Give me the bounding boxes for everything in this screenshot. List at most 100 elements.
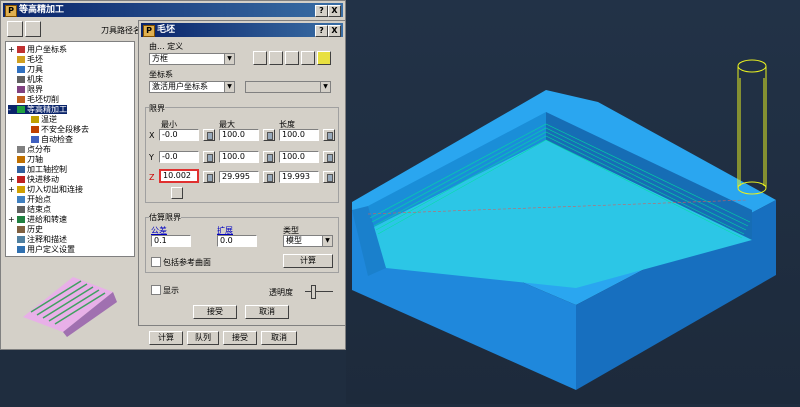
show-checkbox[interactable] <box>151 285 161 295</box>
lock-icon[interactable] <box>323 151 335 163</box>
tree-item[interactable]: 注释和描述 <box>8 235 67 244</box>
file-open-icon[interactable] <box>253 51 267 65</box>
expand-field[interactable]: 0.0 <box>217 235 257 247</box>
tool-icon <box>737 59 767 195</box>
collapse-icon[interactable]: - <box>8 105 17 114</box>
tree-item-label: 不安全段移去 <box>41 125 89 134</box>
dialog-cancel-button[interactable]: 取消 <box>245 305 289 319</box>
include-ref-checkbox[interactable] <box>151 257 161 267</box>
tree-item[interactable]: - 等高精加工 <box>8 105 67 114</box>
tree-item[interactable]: + 快进移动 <box>8 175 59 184</box>
lock-icon[interactable] <box>301 51 315 65</box>
tree-item[interactable]: 自动检查 <box>22 135 73 144</box>
tree-node-icon <box>31 136 39 143</box>
defined-by-select[interactable]: 方框 ▼ <box>149 53 235 65</box>
include-ref-label: 包括参考曲面 <box>163 258 211 267</box>
type-select[interactable]: 模型 ▼ <box>283 235 333 247</box>
expand-icon[interactable]: + <box>8 175 17 184</box>
defined-by-label: 由... 定义 <box>149 42 184 51</box>
tree-node-icon <box>17 196 25 203</box>
tree-node-icon <box>17 106 25 113</box>
dialog-accept-button[interactable]: 接受 <box>193 305 237 319</box>
tree-node-icon <box>17 46 25 53</box>
tree-item[interactable]: + 用户坐标系 <box>8 45 67 54</box>
close-button[interactable]: X <box>328 5 341 17</box>
lock-icon[interactable] <box>263 151 275 163</box>
lock-icon[interactable] <box>323 171 335 183</box>
expand-icon[interactable]: + <box>8 215 17 224</box>
calc-limits-group-label: 估算限界 <box>149 212 181 223</box>
tree-item[interactable]: 点分布 <box>8 145 51 154</box>
coord-group-label: 坐标系 <box>149 70 173 79</box>
strategy-icon-button-2[interactable] <box>25 21 41 37</box>
tree-item[interactable]: 限界 <box>8 85 43 94</box>
strategy-icon-button-1[interactable] <box>7 21 23 37</box>
axis-x-label: X <box>149 131 155 140</box>
tree-item[interactable]: 开始点 <box>8 195 51 204</box>
help-button[interactable]: ? <box>315 5 328 17</box>
tree-item-label: 切入切出和连接 <box>27 185 83 194</box>
z-min-field[interactable]: 10.002 <box>159 169 199 183</box>
lock-icon[interactable] <box>263 129 275 141</box>
lock-icon[interactable] <box>203 151 215 163</box>
y-max-field[interactable]: 100.0 <box>219 151 259 163</box>
save-icon[interactable] <box>269 51 283 65</box>
tree-item[interactable]: 用户定义设置 <box>8 245 75 254</box>
estimate-calculate-button[interactable]: 计算 <box>283 254 333 268</box>
chevron-down-icon: ▼ <box>224 82 234 92</box>
lock-icon[interactable] <box>263 171 275 183</box>
transparency-slider[interactable] <box>305 291 333 292</box>
z-length-field[interactable]: 19.993 <box>279 171 319 183</box>
y-min-field[interactable]: -0.0 <box>159 151 199 163</box>
y-length-field[interactable]: 100.0 <box>279 151 319 163</box>
tolerance-field[interactable]: 0.1 <box>151 235 191 247</box>
tree-node-icon <box>17 76 25 83</box>
tree-item[interactable]: 温逆 <box>22 115 57 124</box>
delete-icon[interactable] <box>285 51 299 65</box>
lock-icon[interactable] <box>323 129 335 141</box>
lock-icon[interactable] <box>203 129 215 141</box>
lock-icon[interactable] <box>203 171 215 183</box>
tree-item[interactable]: 刀轴 <box>8 155 43 164</box>
dialog-help-button[interactable]: ? <box>315 25 328 37</box>
tree-node-icon <box>17 236 25 243</box>
axis-y-label: Y <box>149 153 154 162</box>
graphics-viewport[interactable] <box>346 0 800 404</box>
tree-node-icon <box>17 246 25 253</box>
z-max-field[interactable]: 29.995 <box>219 171 259 183</box>
tree-node-icon <box>31 116 39 123</box>
tree-item[interactable]: 机床 <box>8 75 43 84</box>
defined-by-value: 方框 <box>152 54 168 63</box>
tree-item[interactable]: 毛坯切削 <box>8 95 59 104</box>
tree-item[interactable]: 历史 <box>8 225 43 234</box>
tree-item-label: 限界 <box>27 85 43 94</box>
tree-node-icon <box>17 216 25 223</box>
tree-item[interactable]: 不安全段移去 <box>22 125 89 134</box>
coord-system-select[interactable]: 激活用户坐标系 ▼ <box>149 81 235 93</box>
expand-icon[interactable]: + <box>8 45 17 54</box>
tree-item-label: 毛坯 <box>27 55 43 64</box>
x-min-field[interactable]: -0.0 <box>159 129 199 141</box>
tree-item[interactable]: + 进给和转速 <box>8 215 67 224</box>
key-icon[interactable] <box>317 51 331 65</box>
tree-item[interactable]: 结束点 <box>8 205 51 214</box>
strategy-tree[interactable]: + 用户坐标系 毛坯 刀具 机床 限界 毛坯切削 - 等高精加工 温逆 不安全段移去 自动检查 点分布刀… <box>5 41 135 257</box>
dialog-icon: P <box>143 25 155 37</box>
expand-icon[interactable]: + <box>8 185 17 194</box>
queue-button[interactable]: 队列 <box>187 331 219 345</box>
cancel-button[interactable]: 取消 <box>261 331 297 345</box>
transparency-slider-thumb[interactable] <box>311 285 316 299</box>
dialog-close-button[interactable]: X <box>328 25 341 37</box>
x-max-field[interactable]: 100.0 <box>219 129 259 141</box>
tree-item[interactable]: + 切入切出和连接 <box>8 185 83 194</box>
coord-system-select-2: ▼ <box>245 81 331 93</box>
accept-button[interactable]: 接受 <box>223 331 257 345</box>
x-length-field[interactable]: 100.0 <box>279 129 319 141</box>
tree-node-icon <box>17 86 25 93</box>
table-icon[interactable] <box>171 187 183 199</box>
tree-item[interactable]: 毛坯 <box>8 55 43 64</box>
chevron-down-icon: ▼ <box>224 54 234 64</box>
tree-item[interactable]: 加工轴控制 <box>8 165 67 174</box>
tree-item[interactable]: 刀具 <box>8 65 43 74</box>
calculate-button[interactable]: 计算 <box>149 331 183 345</box>
